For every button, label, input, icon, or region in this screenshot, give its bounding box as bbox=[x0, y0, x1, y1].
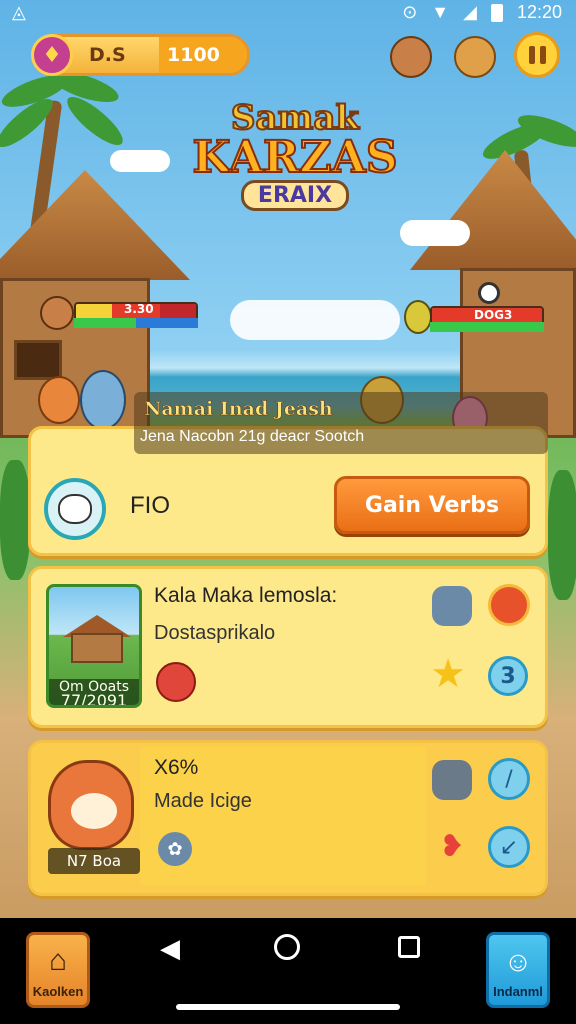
alert-icon: ◬ bbox=[12, 2, 26, 22]
signal-icon: ◢ bbox=[463, 2, 477, 22]
bush bbox=[548, 470, 576, 600]
sheep-icon bbox=[58, 494, 92, 524]
battery-icon bbox=[490, 3, 503, 22]
right-energy-bar bbox=[430, 322, 544, 332]
game-logo: Samak KARZAS ERAIX bbox=[190, 98, 400, 211]
right-player-icon bbox=[404, 300, 432, 334]
cloud bbox=[400, 220, 470, 246]
pet-title: X6% bbox=[154, 756, 199, 779]
right-health-label: DOG3 bbox=[474, 308, 513, 322]
cloud bbox=[230, 300, 400, 340]
quest-thumbnail[interactable]: Om Ooats 77/2091 bbox=[46, 584, 142, 708]
hut-window bbox=[14, 340, 62, 380]
thumb-caption-bottom: 77/2091 bbox=[60, 691, 128, 708]
fox-face-icon[interactable] bbox=[454, 36, 496, 78]
sync-icon: ⊙ bbox=[402, 2, 418, 22]
robot-icon[interactable] bbox=[432, 586, 472, 626]
profile-nav-label: Indanml bbox=[493, 984, 543, 999]
home-nav-label: Kaolken bbox=[32, 984, 84, 999]
currency-right-value: 1100 bbox=[159, 37, 247, 73]
logo-line-3: ERAIX bbox=[240, 180, 350, 211]
left-energy-bar bbox=[74, 318, 198, 328]
pet-subtitle: Made Icige bbox=[154, 790, 252, 812]
right-gear-icon bbox=[478, 282, 500, 304]
home-circle-icon[interactable] bbox=[274, 934, 300, 960]
back-icon[interactable]: ◀ bbox=[160, 934, 180, 964]
gem-icon: ♦ bbox=[31, 34, 73, 76]
bird-icon[interactable] bbox=[488, 584, 530, 626]
pet-caption: N7 Boa bbox=[48, 848, 140, 874]
clock-time: 12:20 bbox=[516, 2, 562, 22]
hut-roof bbox=[0, 170, 190, 280]
edit-icon[interactable]: ↙ bbox=[488, 826, 530, 868]
home-icon: ⌂ bbox=[48, 944, 68, 977]
gesture-bar[interactable] bbox=[176, 1004, 400, 1010]
dialog-banner: Namai Inad Jeash Jena Nacobn 21g deacr S… bbox=[134, 392, 548, 454]
profile-icon: ☺ bbox=[503, 946, 533, 977]
star-icon[interactable]: ★ bbox=[428, 651, 468, 697]
wifi-icon: ▼ bbox=[431, 2, 450, 22]
fox-character[interactable] bbox=[38, 376, 80, 424]
quest-subtitle: Dostasprikalo bbox=[154, 622, 276, 644]
logo-line-1: Samak bbox=[230, 98, 360, 138]
player-name: FIO bbox=[130, 492, 170, 519]
left-health-label: 3.30 bbox=[124, 302, 154, 316]
profile-nav-button[interactable]: ☺ Indanml bbox=[486, 932, 550, 1008]
banner-subtitle: Jena Nacobn 21g deacr Sootch bbox=[140, 428, 365, 445]
pause-button[interactable] bbox=[514, 32, 560, 78]
cloud bbox=[110, 150, 170, 172]
speech-icon[interactable]: ❥ bbox=[432, 826, 472, 866]
left-player-icon bbox=[40, 296, 74, 330]
bear-face-icon[interactable] bbox=[390, 36, 432, 78]
currency-left-value: D.S bbox=[89, 44, 126, 66]
quest-title: Kala Maka lemosla: bbox=[154, 584, 338, 607]
gear-icon[interactable]: ✿ bbox=[158, 832, 192, 866]
apple-icon bbox=[156, 662, 196, 702]
recents-icon[interactable] bbox=[398, 936, 420, 958]
hut-roof bbox=[410, 150, 576, 270]
robot-icon[interactable] bbox=[432, 760, 472, 800]
banner-title: Namai Inad Jeash bbox=[144, 398, 333, 421]
bear-pet-avatar[interactable] bbox=[48, 760, 134, 850]
bear-character[interactable] bbox=[80, 370, 126, 430]
status-bar: ◬ ⊙ ▼ ◢ 12:20 bbox=[0, 0, 576, 24]
pencil-icon[interactable]: / bbox=[488, 758, 530, 800]
gain-verbs-button[interactable]: Gain Verbs bbox=[334, 476, 530, 534]
logo-line-2: KARZAS bbox=[191, 132, 398, 183]
level-badge[interactable]: 3 bbox=[488, 656, 528, 696]
currency-pill[interactable]: ♦ D.S 1100 bbox=[31, 34, 250, 76]
bush bbox=[0, 460, 30, 580]
player-avatar[interactable] bbox=[44, 478, 106, 540]
home-nav-button[interactable]: ⌂ Kaolken bbox=[26, 932, 90, 1008]
